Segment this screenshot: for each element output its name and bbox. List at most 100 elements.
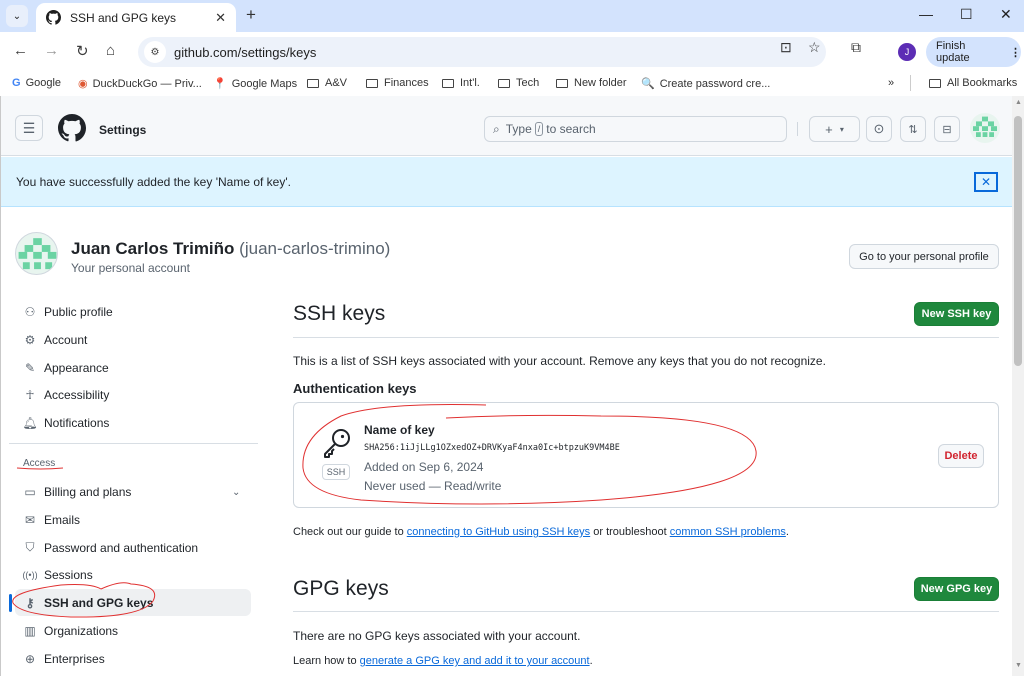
- sidebar-item-notifications[interactable]: 🔔︎ Notifications: [15, 409, 251, 436]
- sidebar-item-appearance[interactable]: ✎ Appearance: [15, 354, 251, 381]
- bookmark-label: Create password cre...: [659, 77, 771, 90]
- sidebar-item-sessions[interactable]: ((•)) Sessions: [15, 561, 251, 588]
- folder-icon: [498, 78, 510, 88]
- back-icon[interactable]: ←: [13, 42, 28, 59]
- sidebar-heading-access: Access: [23, 458, 56, 469]
- sidebar-item-label: Billing and plans: [44, 484, 132, 499]
- tab-search-button[interactable]: ⌄: [6, 5, 28, 27]
- key-fingerprint: SHA256:1iJjLLg1OZxedOZ+DRVKyaF4nxa0Ic+bt…: [364, 443, 620, 453]
- new-gpg-key-button[interactable]: New GPG key: [914, 577, 999, 601]
- github-logo-icon[interactable]: [58, 114, 86, 142]
- new-ssh-key-button[interactable]: New SSH key: [914, 302, 999, 326]
- go-to-profile-button[interactable]: Go to your personal profile: [849, 244, 999, 269]
- sidebar-item-ssh-gpg-keys[interactable]: ⚷ SSH and GPG keys: [15, 589, 251, 616]
- gpg-section-divider: [293, 611, 999, 612]
- ssh-troubleshoot-link[interactable]: common SSH problems: [670, 526, 786, 538]
- search-input[interactable]: ⌕ Type / to search: [484, 116, 787, 142]
- sidebar-item-label: Sessions: [44, 567, 93, 582]
- scroll-thumb[interactable]: [1014, 116, 1022, 366]
- bookmark-star-icon[interactable]: ☆: [808, 39, 821, 56]
- sidebar-divider: [9, 443, 258, 444]
- caret-down-icon: ▾: [839, 124, 844, 134]
- bookmark-folder-av[interactable]: A&V: [307, 77, 347, 89]
- sidebar-item-organizations[interactable]: ▥ Organizations: [15, 617, 251, 644]
- gpg-learn-link[interactable]: generate a GPG key and add it to your ac…: [360, 655, 590, 667]
- sidebar-item-label: SSH and GPG keys: [44, 595, 154, 610]
- bookmark-label: A&V: [325, 77, 348, 89]
- gear-icon: ⚙: [24, 332, 36, 347]
- key-icon: ⚷: [25, 595, 35, 610]
- git-pull-request-icon: ⇅: [908, 123, 918, 136]
- extensions-icon[interactable]: ⧉: [851, 39, 861, 56]
- scroll-down-icon[interactable]: ▼: [1015, 662, 1022, 669]
- delete-key-button[interactable]: Delete: [938, 444, 984, 468]
- reload-icon[interactable]: ↻: [76, 42, 89, 60]
- sidebar-item-enterprises[interactable]: ⊕ Enterprises: [15, 645, 251, 672]
- bookmark-folder-tech[interactable]: Tech: [498, 77, 539, 89]
- header-divider: [797, 122, 798, 136]
- inbox-icon: ⊟: [942, 123, 952, 136]
- sidebar-item-public-profile[interactable]: ⚇ Public profile: [15, 298, 251, 325]
- pull-requests-button[interactable]: ⇅: [900, 116, 926, 142]
- page-scrollbar[interactable]: ▲ ▼: [1012, 96, 1024, 676]
- sidebar-item-password-authentication[interactable]: ⛉ Password and authentication: [15, 534, 251, 561]
- user-avatar-button[interactable]: [970, 113, 1000, 143]
- bookmark-label: Finances: [384, 77, 429, 89]
- bookmark-duckduckgo[interactable]: ◉ DuckDuckGo — Priv...: [78, 77, 202, 91]
- key-icon: [324, 429, 350, 458]
- bookmark-folder-finances[interactable]: Finances: [366, 77, 429, 89]
- bookmarks-bar: G Google ◉ DuckDuckGo — Priv... 📍 Google Ma…: [0, 72, 1024, 96]
- new-tab-button[interactable]: +: [246, 5, 256, 25]
- bookmark-label: Int'l.: [460, 77, 480, 89]
- account-avatar: [15, 232, 58, 275]
- bookmark-folder-new[interactable]: New folder: [556, 77, 627, 89]
- guide-middle: or troubleshoot: [593, 526, 667, 538]
- organization-icon: ▥: [24, 623, 36, 638]
- browser-tab-active[interactable]: SSH and GPG keys ✕: [36, 3, 236, 32]
- bookmarks-overflow-button[interactable]: »: [888, 77, 894, 89]
- sidebar-item-account[interactable]: ⚙ Account: [15, 326, 251, 353]
- flash-close-button[interactable]: ✕: [974, 172, 998, 192]
- gpg-empty-message: There are no GPG keys associated with yo…: [293, 629, 581, 643]
- scroll-up-icon[interactable]: ▲: [1015, 99, 1022, 106]
- url-text[interactable]: github.com/settings/keys: [174, 45, 316, 60]
- all-bookmarks-button[interactable]: All Bookmarks: [929, 77, 1017, 89]
- sidebar-item-accessibility[interactable]: ☥ Accessibility: [15, 381, 251, 408]
- tab-close-icon[interactable]: ✕: [215, 10, 226, 26]
- bookmark-create-password[interactable]: 🔍 Create password cre...: [641, 77, 771, 91]
- issues-button[interactable]: ⊙: [866, 116, 892, 142]
- chevron-down-icon: ⌄: [12, 10, 22, 22]
- address-bar[interactable]: ⚙ github.com/settings/keys: [138, 37, 826, 67]
- profile-avatar-button[interactable]: J: [898, 43, 916, 61]
- home-icon[interactable]: ⌂: [106, 42, 115, 59]
- chevron-down-icon[interactable]: ⌄: [232, 487, 240, 498]
- maximize-icon[interactable]: ☐: [960, 6, 973, 23]
- sidebar-item-label: Notifications: [44, 415, 110, 430]
- menu-button[interactable]: ☰: [15, 115, 43, 141]
- sidebar-item-label: Appearance: [44, 360, 109, 375]
- window-close-icon[interactable]: ✕: [1000, 6, 1012, 23]
- credit-card-icon: ▭: [24, 484, 36, 499]
- sidebar-item-billing[interactable]: ▭ Billing and plans: [15, 478, 251, 505]
- create-new-button[interactable]: + ▾: [809, 116, 860, 142]
- ssh-guide-text: Check out our guide to connecting to Git…: [293, 526, 789, 538]
- site-info-icon[interactable]: ⚙: [144, 41, 166, 63]
- bookmark-folder-intl[interactable]: Int'l.: [442, 77, 480, 89]
- bookmark-label: New folder: [574, 77, 627, 89]
- header-context-title[interactable]: Settings: [99, 123, 146, 137]
- sidebar-item-emails[interactable]: ✉ Emails: [15, 506, 251, 533]
- bookmark-google[interactable]: G Google: [12, 77, 61, 89]
- minimize-icon[interactable]: —: [919, 6, 933, 22]
- forward-icon[interactable]: →: [44, 42, 59, 59]
- ssh-key-list-item: SSH Name of key SHA256:1iJjLLg1OZxedOZ+D…: [293, 402, 999, 508]
- gpg-learn-text: Learn how to generate a GPG key and add …: [293, 655, 593, 667]
- finish-update-button[interactable]: Finish update ⋮: [926, 37, 1021, 67]
- bell-icon: 🔔︎: [22, 415, 38, 430]
- install-app-icon[interactable]: ⊡: [780, 39, 792, 56]
- bookmark-google-maps[interactable]: 📍 Google Maps: [213, 77, 297, 91]
- sidebar-item-label: Organizations: [44, 623, 119, 638]
- folder-icon: [929, 78, 941, 88]
- inbox-button[interactable]: ⊟: [934, 116, 960, 142]
- ssh-guide-link[interactable]: connecting to GitHub using SSH keys: [407, 526, 590, 538]
- github-header: ☰ Settings ⌕ Type / to search + ▾ ⊙ ⇅ ⊟: [1, 96, 1012, 156]
